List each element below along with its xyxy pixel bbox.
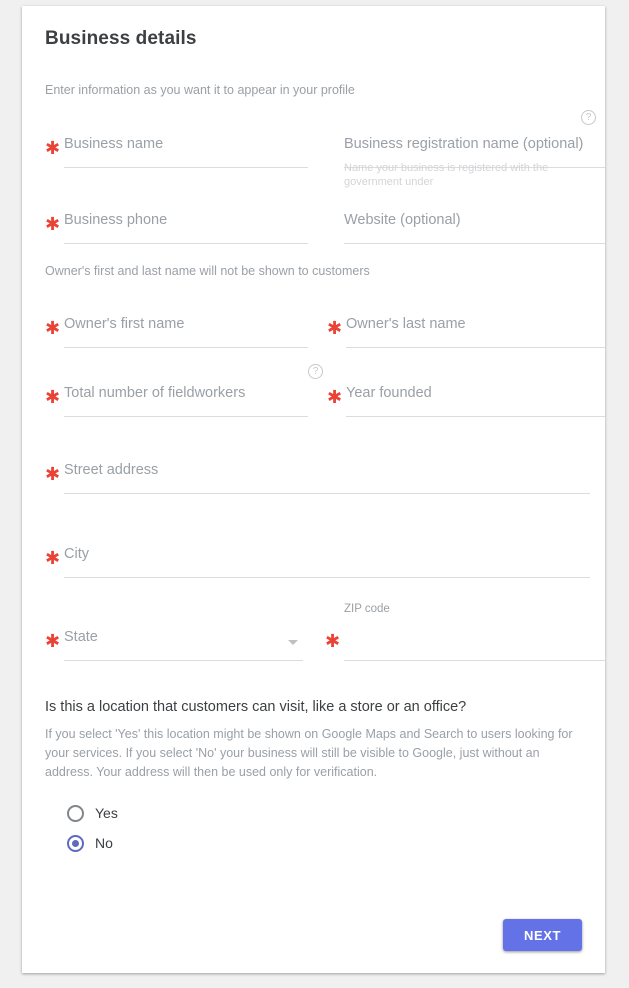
required-star: ✱ (45, 464, 61, 485)
field-owner-last-name[interactable]: ✱ Owner's last name (327, 314, 605, 348)
page-subtitle: Enter information as you want it to appe… (45, 83, 355, 97)
field-city[interactable]: ✱ City (45, 544, 590, 578)
field-street-address[interactable]: ✱ Street address (45, 460, 590, 494)
help-circle-icon-registration[interactable]: ? (581, 110, 596, 125)
field-underline (64, 167, 308, 168)
help-circle-icon-fieldworkers[interactable]: ? (308, 364, 323, 379)
field-owner-first-name[interactable]: ✱ Owner's first name (45, 314, 308, 348)
required-star: ✱ (45, 631, 61, 652)
field-label-website: Website (optional) (344, 212, 461, 228)
field-underline (64, 660, 303, 661)
field-underline (344, 660, 605, 661)
field-underline (64, 243, 308, 244)
location-question-title: Is this a location that customers can vi… (45, 699, 467, 715)
field-label-total-fieldworkers: Total number of fieldworkers (64, 385, 246, 401)
field-underline (344, 243, 605, 244)
field-zip-code[interactable]: ✱ ZIP code (325, 603, 605, 661)
required-star: ✱ (45, 548, 61, 569)
field-underline (346, 416, 605, 417)
field-label-zip-code: ZIP code (344, 603, 390, 615)
required-star: ✱ (327, 387, 343, 408)
field-business-name[interactable]: ✱ Business name (45, 134, 308, 168)
business-details-card: Business details Enter information as yo… (22, 6, 605, 973)
radio-label-no: No (95, 835, 113, 851)
field-year-founded[interactable]: ✱ Year founded (327, 383, 605, 417)
field-label-business-phone: Business phone (64, 212, 168, 228)
radio-label-yes: Yes (95, 805, 118, 821)
field-website[interactable]: Website (optional) (344, 210, 605, 244)
required-star: ✱ (45, 138, 61, 159)
field-label-business-name: Business name (64, 136, 164, 152)
field-label-owner-last-name: Owner's last name (346, 316, 466, 332)
field-label-street-address: Street address (64, 462, 159, 478)
required-star: ✱ (45, 214, 61, 235)
next-button[interactable]: NEXT (503, 919, 582, 951)
required-star: ✱ (45, 387, 61, 408)
radio-circle-yes[interactable] (67, 805, 84, 822)
field-state[interactable]: ✱ State (45, 627, 303, 661)
helper-text-registration-name: Name your business is registered with th… (344, 162, 549, 188)
owner-name-note: Owner's first and last name will not be … (45, 264, 370, 278)
field-label-year-founded: Year founded (346, 385, 432, 401)
location-question-description: If you select 'Yes' this location might … (45, 727, 573, 779)
required-star: ✱ (325, 631, 341, 652)
page-title: Business details (45, 28, 197, 49)
field-underline (64, 577, 590, 578)
field-underline (64, 416, 308, 417)
required-star: ✱ (327, 318, 343, 339)
field-label-owner-first-name: Owner's first name (64, 316, 185, 332)
chevron-down-icon-state[interactable] (288, 640, 298, 645)
field-label-business-registration-name: Business registration name (optional) (344, 136, 584, 152)
field-underline (346, 347, 605, 348)
radio-circle-no[interactable] (67, 835, 84, 852)
field-business-phone[interactable]: ✱ Business phone (45, 210, 308, 244)
required-star: ✱ (45, 318, 61, 339)
field-label-city: City (64, 546, 89, 562)
field-underline (64, 493, 590, 494)
field-underline (64, 347, 308, 348)
field-label-state: State (64, 629, 98, 645)
field-total-fieldworkers[interactable]: ✱ Total number of fieldworkers (45, 383, 308, 417)
